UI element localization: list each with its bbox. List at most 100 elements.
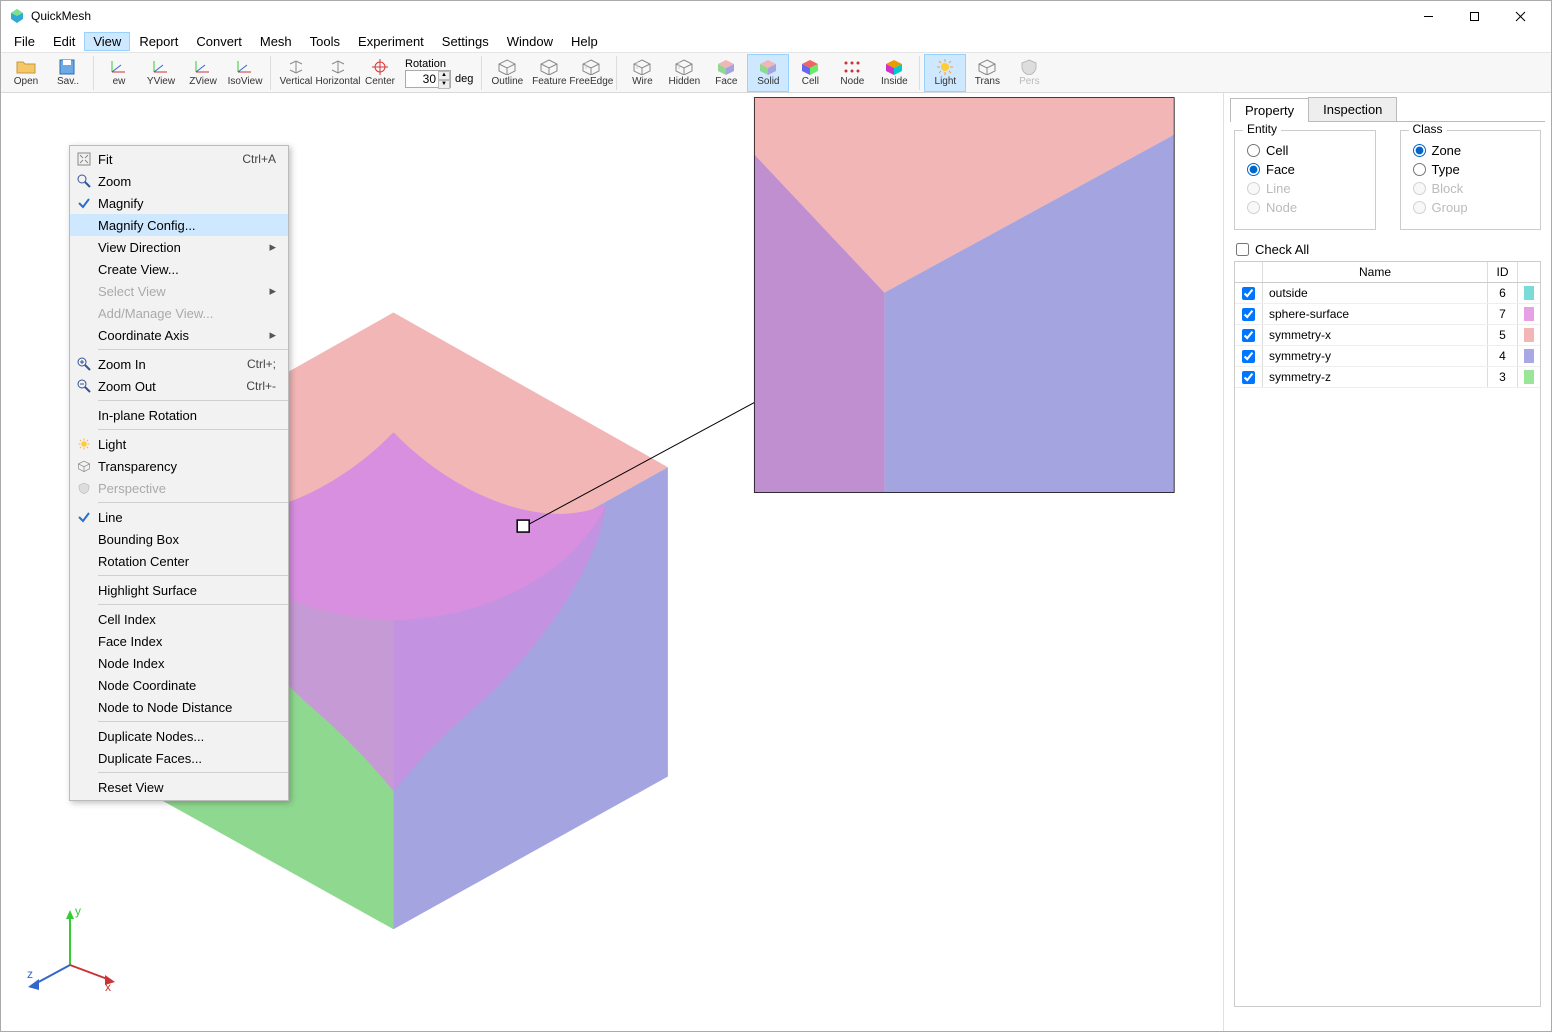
tool-trans[interactable]: Trans: [966, 54, 1008, 92]
tool-inside[interactable]: Inside: [873, 54, 915, 92]
row-checkbox[interactable]: [1242, 371, 1255, 384]
menu-report[interactable]: Report: [130, 32, 187, 51]
radio-cell[interactable]: Cell: [1247, 143, 1363, 158]
rotation-spinner[interactable]: ▲▼: [438, 71, 450, 87]
tool-solid[interactable]: Solid: [747, 54, 789, 92]
menu-item-duplicate-faces[interactable]: Duplicate Faces...: [70, 747, 288, 769]
menu-tools[interactable]: Tools: [301, 32, 349, 51]
save-icon: [58, 59, 78, 75]
table-row[interactable]: symmetry-x5: [1235, 325, 1540, 346]
row-id: 3: [1488, 367, 1518, 387]
tool-light[interactable]: Light: [924, 54, 966, 92]
menu-item-cell-index[interactable]: Cell Index: [70, 608, 288, 630]
row-name: outside: [1263, 283, 1488, 303]
menu-mesh[interactable]: Mesh: [251, 32, 301, 51]
menu-item-node-to-node-distance[interactable]: Node to Node Distance: [70, 696, 288, 718]
close-button[interactable]: [1497, 1, 1543, 31]
hidden-icon: [674, 59, 694, 75]
table-row[interactable]: outside6: [1235, 283, 1540, 304]
table-row[interactable]: sphere-surface7: [1235, 304, 1540, 325]
tool-horizontal[interactable]: Horizontal: [317, 54, 359, 92]
tool-save[interactable]: Sav..: [47, 54, 89, 92]
tool-vertical[interactable]: Vertical: [275, 54, 317, 92]
menu-item-label: Light: [98, 437, 288, 452]
col-id[interactable]: ID: [1488, 262, 1518, 282]
menu-item-node-index[interactable]: Node Index: [70, 652, 288, 674]
menu-item-zoom-in[interactable]: Zoom InCtrl+;: [70, 353, 288, 375]
shield-icon: [70, 481, 98, 495]
tool-label: Pers: [1019, 76, 1040, 87]
menu-item-zoom-out[interactable]: Zoom OutCtrl+-: [70, 375, 288, 397]
menu-experiment[interactable]: Experiment: [349, 32, 433, 51]
tool-cell[interactable]: Cell: [789, 54, 831, 92]
menu-edit[interactable]: Edit: [44, 32, 84, 51]
menu-item-line[interactable]: Line: [70, 506, 288, 528]
menu-item-coordinate-axis[interactable]: Coordinate Axis▸: [70, 324, 288, 346]
tool-freeedge[interactable]: FreeEdge: [570, 54, 612, 92]
row-checkbox[interactable]: [1242, 287, 1255, 300]
tool-zview[interactable]: ZView: [182, 54, 224, 92]
radio-face[interactable]: Face: [1247, 162, 1363, 177]
menu-item-view-direction[interactable]: View Direction▸: [70, 236, 288, 258]
menu-item-label: Transparency: [98, 459, 288, 474]
row-checkbox[interactable]: [1242, 350, 1255, 363]
menu-item-label: Magnify: [98, 196, 288, 211]
menu-file[interactable]: File: [5, 32, 44, 51]
menu-item-label: Node Index: [98, 656, 288, 671]
menu-item-magnify-config[interactable]: Magnify Config...: [70, 214, 288, 236]
menu-settings[interactable]: Settings: [433, 32, 498, 51]
checkall-row[interactable]: Check All: [1236, 242, 1539, 257]
menu-window[interactable]: Window: [498, 32, 562, 51]
tab-inspection[interactable]: Inspection: [1308, 97, 1397, 121]
menu-item-duplicate-nodes[interactable]: Duplicate Nodes...: [70, 725, 288, 747]
menu-item-highlight-surface[interactable]: Highlight Surface: [70, 579, 288, 601]
menu-view[interactable]: View: [84, 32, 130, 51]
menu-item-face-index[interactable]: Face Index: [70, 630, 288, 652]
tool-outline[interactable]: Outline: [486, 54, 528, 92]
tool-open[interactable]: Open: [5, 54, 47, 92]
menu-item-create-view[interactable]: Create View...: [70, 258, 288, 280]
side-panel: PropertyInspection Entity Cell Face Line…: [1223, 93, 1551, 1031]
menu-item-label: Duplicate Faces...: [98, 751, 288, 766]
menu-item-magnify[interactable]: Magnify: [70, 192, 288, 214]
table-row[interactable]: symmetry-y4: [1235, 346, 1540, 367]
tool-node[interactable]: Node: [831, 54, 873, 92]
menu-item-transparency[interactable]: Transparency: [70, 455, 288, 477]
menu-item-node-coordinate[interactable]: Node Coordinate: [70, 674, 288, 696]
radio-type[interactable]: Type: [1413, 162, 1529, 177]
tab-property[interactable]: Property: [1230, 98, 1309, 122]
menu-item-select-view: Select View▸: [70, 280, 288, 302]
vertical-icon: [286, 59, 306, 75]
tool-isoview[interactable]: IsoView: [224, 54, 266, 92]
tool-wire[interactable]: Wire: [621, 54, 663, 92]
menu-item-zoom[interactable]: Zoom: [70, 170, 288, 192]
checkall-checkbox[interactable]: [1236, 243, 1249, 256]
row-color-swatch: [1524, 328, 1534, 342]
tool-face[interactable]: Face: [705, 54, 747, 92]
svg-text:z: z: [27, 967, 33, 981]
table-row[interactable]: symmetry-z3: [1235, 367, 1540, 388]
menu-convert[interactable]: Convert: [187, 32, 251, 51]
tool-label: Hidden: [669, 76, 701, 87]
tool-hidden[interactable]: Hidden: [663, 54, 705, 92]
tool-yview[interactable]: YView: [140, 54, 182, 92]
menu-item-fit[interactable]: FitCtrl+A: [70, 148, 288, 170]
menu-item-reset-view[interactable]: Reset View: [70, 776, 288, 798]
menu-item-bounding-box[interactable]: Bounding Box: [70, 528, 288, 550]
minimize-button[interactable]: [1405, 1, 1451, 31]
radio-zone[interactable]: Zone: [1413, 143, 1529, 158]
tool-fit[interactable]: ew: [98, 54, 140, 92]
menu-item-rotation-center[interactable]: Rotation Center: [70, 550, 288, 572]
menu-item-in-plane-rotation[interactable]: In-plane Rotation: [70, 404, 288, 426]
titlebar: QuickMesh: [1, 1, 1551, 31]
menu-item-label: Cell Index: [98, 612, 288, 627]
maximize-button[interactable]: [1451, 1, 1497, 31]
col-name[interactable]: Name: [1263, 262, 1488, 282]
tool-center[interactable]: Center: [359, 54, 401, 92]
menu-item-light[interactable]: Light: [70, 433, 288, 455]
row-checkbox[interactable]: [1242, 329, 1255, 342]
tool-feature[interactable]: Feature: [528, 54, 570, 92]
side-tabs: PropertyInspection: [1230, 97, 1545, 122]
menu-help[interactable]: Help: [562, 32, 607, 51]
row-checkbox[interactable]: [1242, 308, 1255, 321]
